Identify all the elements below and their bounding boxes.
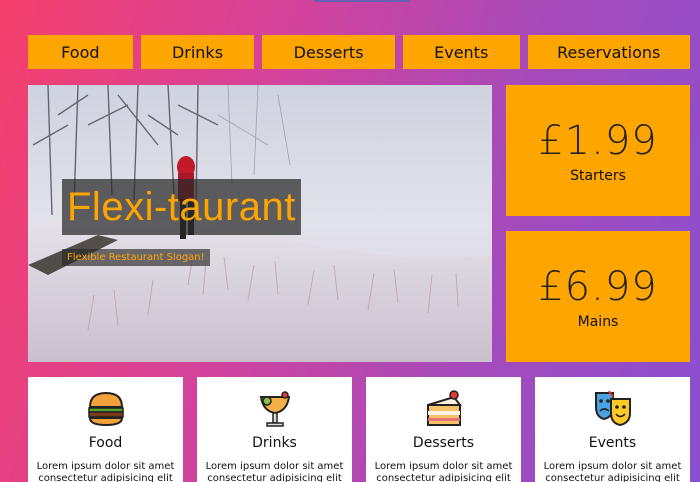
hero-banner: Flexi-taurant Flexible Restaurant Slogan… — [28, 85, 492, 362]
feature-card-desserts[interactable]: Desserts Lorem ipsum dolor sit amet cons… — [366, 377, 521, 482]
feature-description: Lorem ipsum dolor sit amet consectetur a… — [36, 461, 175, 482]
feature-title: Events — [588, 435, 637, 451]
nav-item-drinks[interactable]: Drinks — [140, 35, 255, 69]
feature-description: Lorem ipsum dolor sit amet consectetur a… — [374, 461, 513, 482]
price-label: Mains — [577, 313, 619, 330]
price-value: £1.99 — [538, 117, 658, 164]
feature-card-drinks[interactable]: Drinks Lorem ipsum dolor sit amet consec… — [197, 377, 352, 482]
feature-description: Lorem ipsum dolor sit amet consectetur a… — [543, 461, 682, 482]
nav-item-reservations[interactable]: Reservations — [527, 35, 690, 69]
feature-card-food[interactable]: Food Lorem ipsum dolor sit amet consecte… — [28, 377, 183, 482]
feature-title: Desserts — [412, 435, 475, 451]
nav-item-food[interactable]: Food — [28, 35, 133, 69]
price-card-starters[interactable]: £1.99 Starters — [506, 85, 690, 216]
cocktail-icon — [259, 391, 290, 427]
price-label: Starters — [570, 167, 626, 184]
hero-title: Flexi-taurant — [62, 179, 301, 235]
price-value: £6.99 — [538, 263, 658, 310]
feature-card-events[interactable]: Events Lorem ipsum dolor sit amet consec… — [535, 377, 690, 482]
nav-item-events[interactable]: Events — [402, 35, 520, 69]
main-nav: Food Drinks Desserts Events Reservations — [28, 35, 690, 69]
nav-item-desserts[interactable]: Desserts — [262, 35, 395, 69]
theater-masks-icon — [594, 390, 631, 427]
cake-icon — [426, 390, 462, 426]
feature-title: Food — [88, 435, 123, 451]
feature-description: Lorem ipsum dolor sit amet consectetur a… — [205, 461, 344, 482]
hero-slogan: Flexible Restaurant Slogan! — [62, 249, 210, 266]
top-edge-bar — [314, 0, 410, 2]
feature-title: Drinks — [252, 435, 297, 451]
price-card-mains[interactable]: £6.99 Mains — [506, 231, 690, 362]
burger-icon — [87, 391, 124, 427]
